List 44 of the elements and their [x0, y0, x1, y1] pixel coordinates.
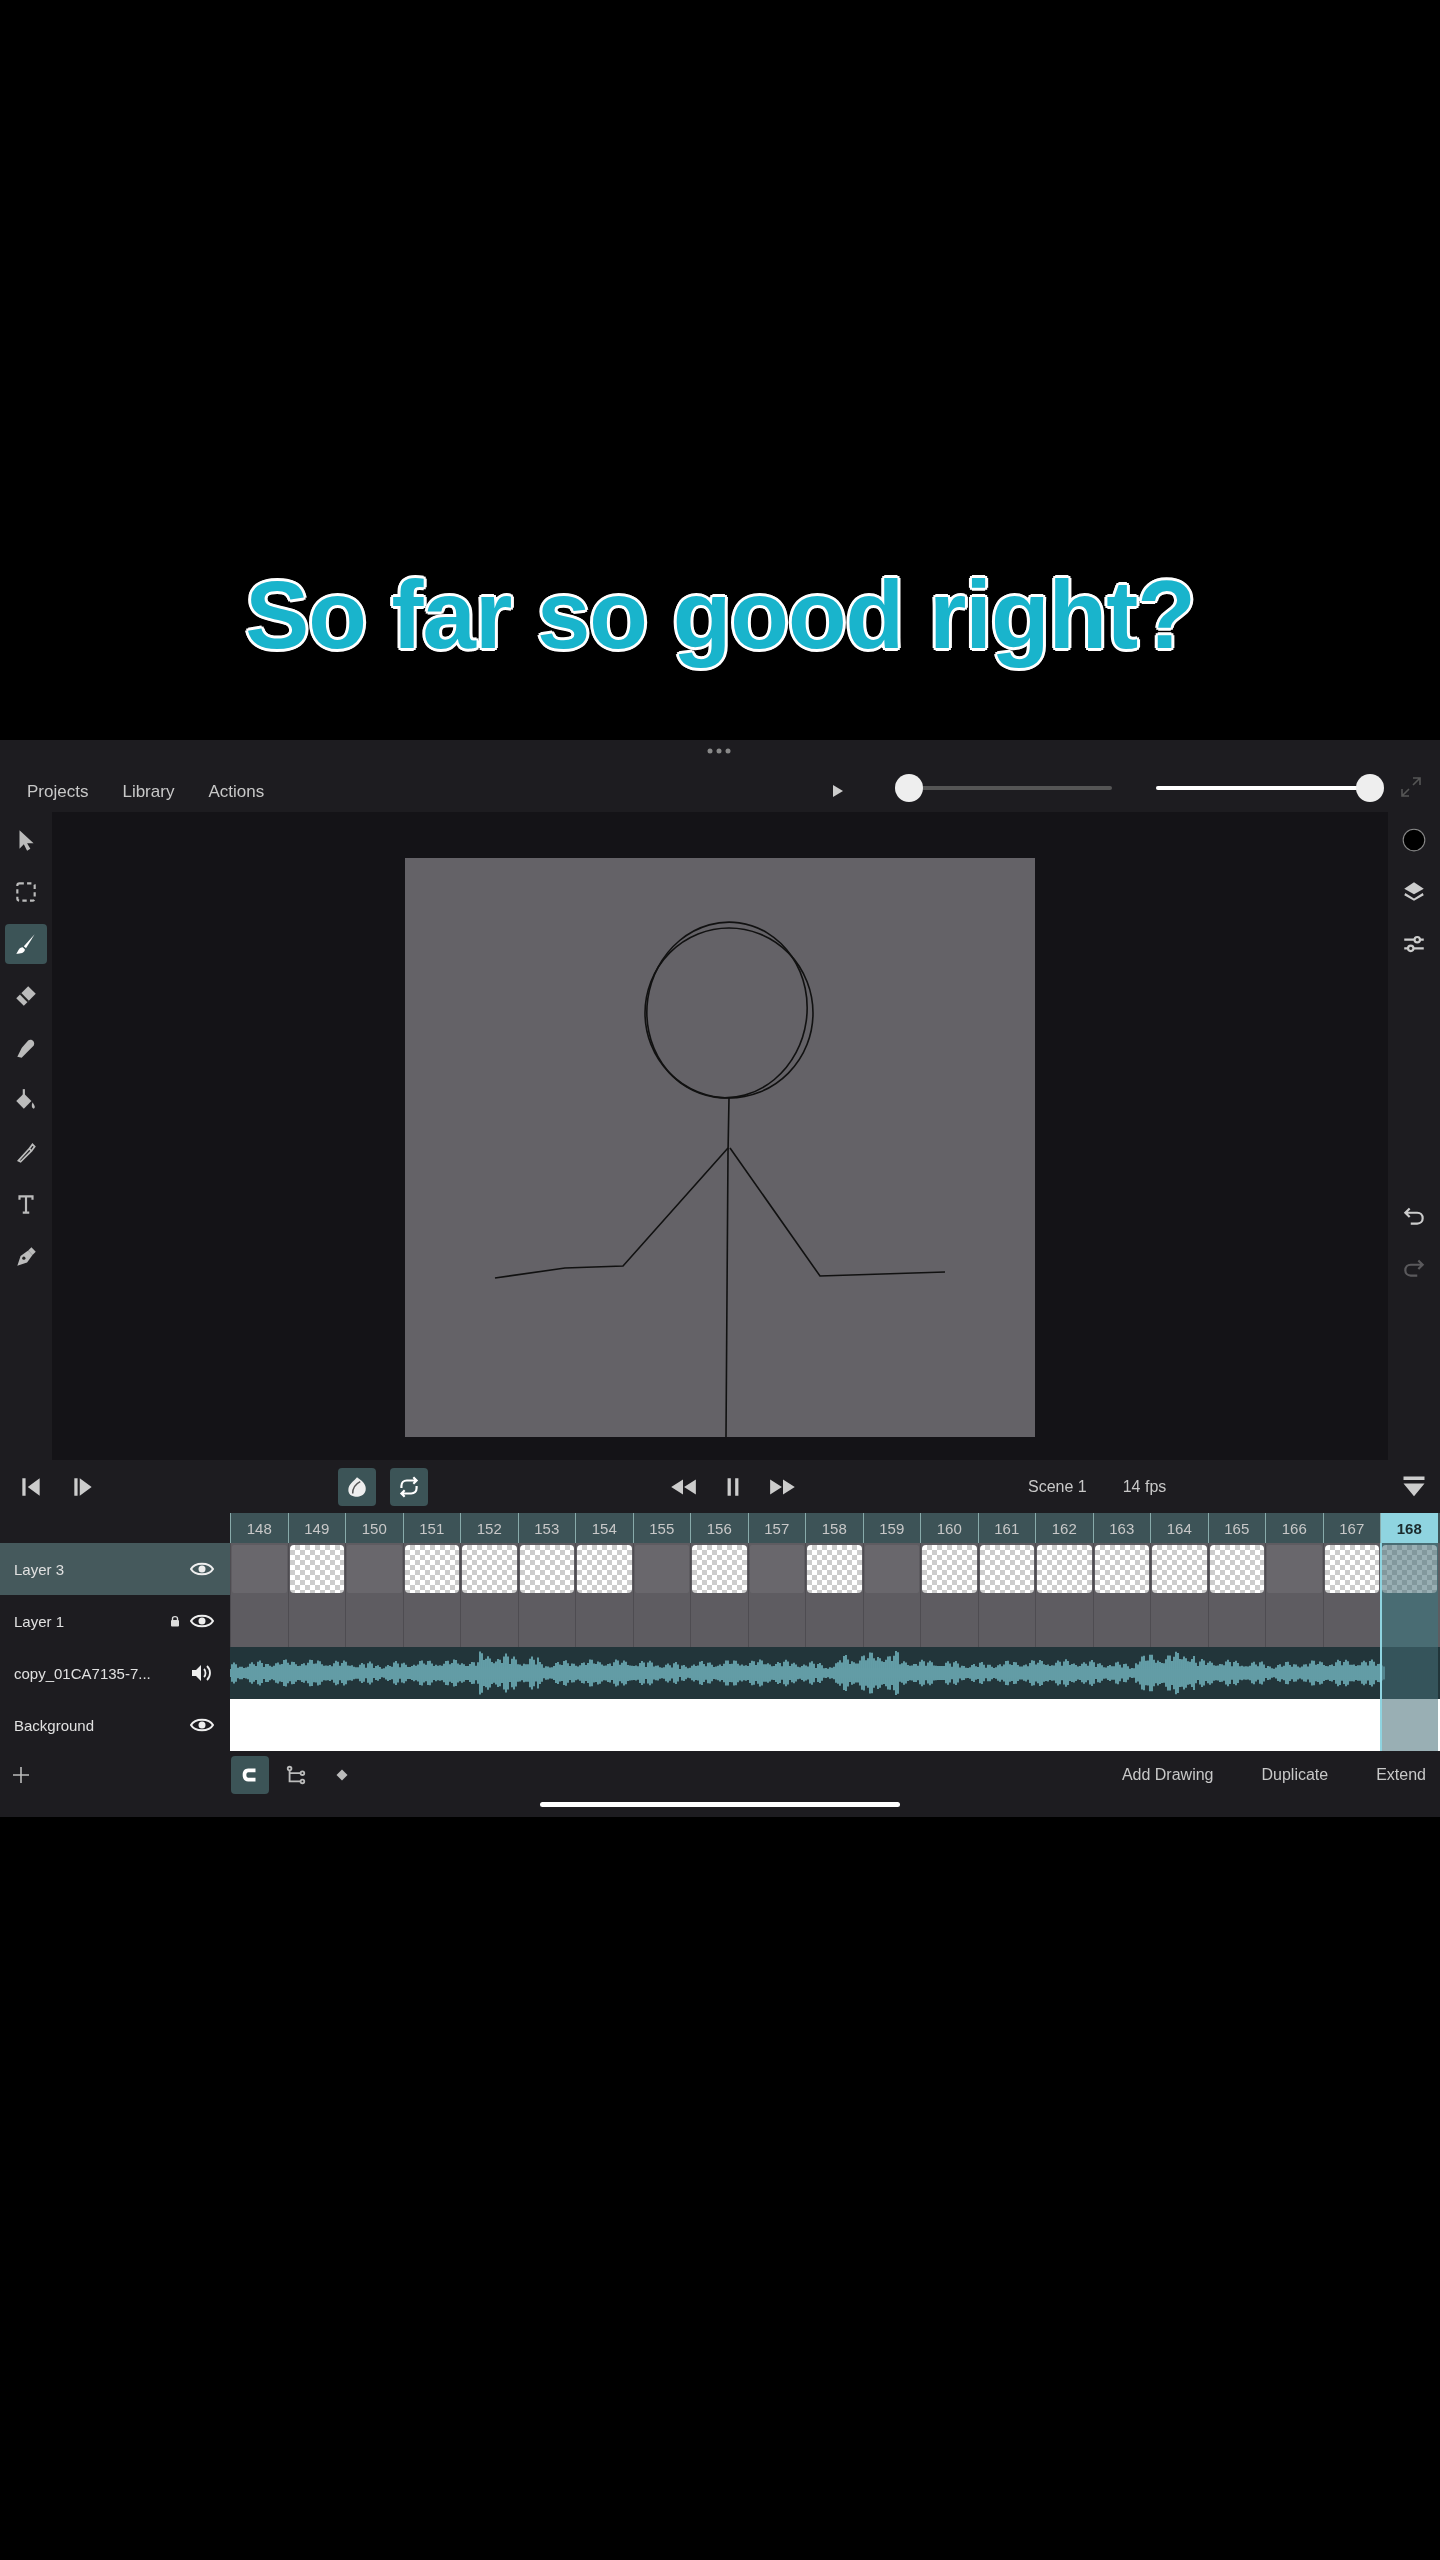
- keyframe-cell[interactable]: [1037, 1545, 1092, 1593]
- add-layer-icon[interactable]: [12, 1765, 30, 1784]
- tool-button[interactable]: [5, 924, 47, 964]
- keyframe-cell[interactable]: [289, 1545, 344, 1593]
- onion-skin-button[interactable]: [338, 1467, 376, 1506]
- layer-name: Layer 3: [14, 1560, 66, 1578]
- keyframe-cell[interactable]: [519, 1545, 574, 1593]
- keyframe-cell[interactable]: [692, 1545, 747, 1593]
- frame-number[interactable]: 168: [1380, 1513, 1438, 1543]
- selection-icon: [13, 879, 39, 905]
- play-icon[interactable]: [832, 784, 844, 798]
- menu-item[interactable]: Projects: [27, 782, 89, 802]
- scene-label[interactable]: Scene 1: [1028, 1477, 1087, 1496]
- keyframe-cell[interactable]: [404, 1545, 459, 1593]
- keyframe-cell[interactable]: [807, 1545, 862, 1593]
- keyframe-cell[interactable]: [462, 1545, 517, 1593]
- keyframe-cell[interactable]: [577, 1545, 632, 1593]
- loop-button[interactable]: [390, 1467, 428, 1506]
- layer-name: Background: [14, 1716, 96, 1734]
- keyframe-cell[interactable]: [1209, 1545, 1264, 1593]
- color-swatch-icon: [1401, 827, 1427, 853]
- action-button[interactable]: Add Drawing: [1121, 1765, 1214, 1784]
- keyframe-cell[interactable]: [922, 1545, 977, 1593]
- fps-label[interactable]: 14 fps: [1122, 1477, 1167, 1496]
- eye-icon[interactable]: [190, 1717, 214, 1733]
- handle-dots-icon[interactable]: [707, 748, 731, 754]
- menu-item[interactable]: Actions: [208, 782, 265, 802]
- eye-icon[interactable]: [190, 1613, 214, 1629]
- keyframe-cell[interactable]: [1152, 1545, 1207, 1593]
- keyframe-cell[interactable]: [1094, 1545, 1149, 1593]
- layer-row[interactable]: Layer 3: [0, 1543, 230, 1595]
- eye-icon[interactable]: [190, 1561, 214, 1577]
- branch-icon: [285, 1763, 307, 1786]
- caption-text: So far so good right?: [245, 560, 1195, 670]
- timeline-tool-button[interactable]: [231, 1755, 269, 1794]
- layer-name: copy_01CA7135-7...: [14, 1664, 152, 1682]
- keyframe-cell[interactable]: [1382, 1545, 1437, 1593]
- keyframe-cell[interactable]: [1324, 1545, 1379, 1593]
- keyframe-cell[interactable]: [979, 1545, 1034, 1593]
- playhead-column[interactable]: [1380, 1543, 1438, 1751]
- action-button[interactable]: Duplicate: [1261, 1765, 1329, 1784]
- layer-name: Layer 1: [14, 1612, 66, 1630]
- action-button[interactable]: Extend: [1376, 1765, 1426, 1784]
- menu-item[interactable]: Library: [122, 782, 175, 802]
